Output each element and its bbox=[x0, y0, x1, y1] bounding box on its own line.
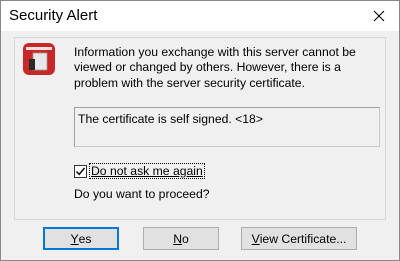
close-button[interactable] bbox=[365, 4, 393, 28]
do-not-ask-checkbox[interactable] bbox=[74, 164, 87, 178]
title-bar[interactable]: Security Alert bbox=[1, 1, 399, 31]
app-icon bbox=[23, 43, 55, 75]
checkmark-icon bbox=[75, 167, 86, 175]
certificate-info-box: The certificate is self signed. <18> bbox=[74, 107, 380, 147]
alert-message: Information you exchange with this serve… bbox=[74, 45, 356, 90]
do-not-ask-label-text: Do not ask me again bbox=[91, 164, 203, 178]
do-not-ask-label[interactable]: Do not ask me again bbox=[89, 163, 205, 179]
certificate-status-text: The certificate is self signed. <18> bbox=[78, 112, 263, 126]
no-button[interactable]: No bbox=[143, 227, 219, 250]
no-button-accel: N bbox=[173, 231, 183, 246]
yes-button-accel: Y bbox=[70, 231, 79, 246]
window-title: Security Alert bbox=[9, 7, 98, 24]
no-button-label: o bbox=[182, 231, 189, 246]
yes-button-label: es bbox=[78, 231, 92, 246]
proceed-question: Do you want to proceed? bbox=[74, 187, 210, 201]
view-certificate-button[interactable]: View Certificate... bbox=[241, 227, 357, 250]
yes-button[interactable]: Yes bbox=[43, 227, 119, 250]
view-certificate-button-accel: V bbox=[251, 231, 260, 246]
do-not-ask-checkbox-row[interactable]: Do not ask me again bbox=[74, 163, 205, 179]
close-icon bbox=[373, 10, 385, 22]
view-certificate-button-label: iew Certificate... bbox=[259, 231, 347, 246]
security-alert-dialog: Security Alert Information you exchange … bbox=[0, 0, 400, 261]
